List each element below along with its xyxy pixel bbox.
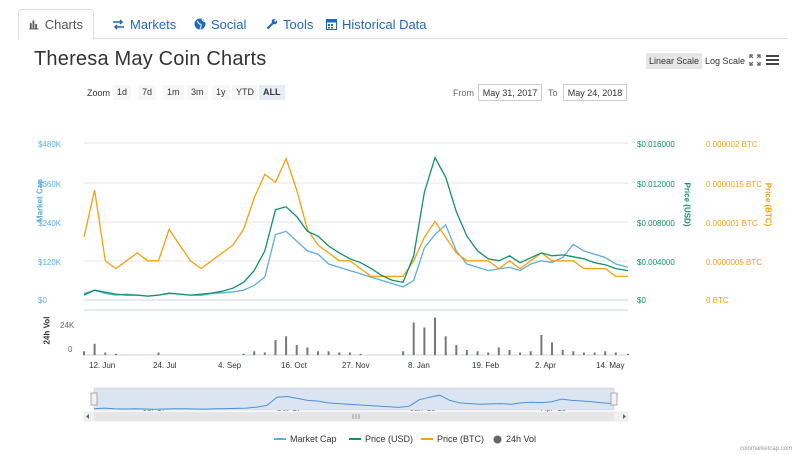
navigator[interactable] <box>83 387 629 422</box>
volume-bar <box>444 336 447 356</box>
chart-grid <box>84 142 628 356</box>
volume-bar <box>359 353 362 356</box>
price-chart[interactable] <box>0 0 800 454</box>
volume-bar <box>465 350 468 355</box>
volume-bar <box>242 353 245 356</box>
volume-bar <box>497 347 500 355</box>
legend-label: 24h Vol <box>506 434 537 444</box>
volume-bar <box>327 351 330 356</box>
volume-bar <box>412 322 415 355</box>
volume-bar <box>104 352 107 355</box>
series-line-price-btc <box>83 156 628 278</box>
navigator-handle-right <box>610 392 618 406</box>
volume-bar <box>306 347 309 355</box>
volume-bar <box>519 352 522 355</box>
volume-bar <box>487 352 490 355</box>
series-line-price-usd <box>83 156 629 297</box>
navigator-handle-left <box>90 392 98 406</box>
volume-bar <box>551 342 553 355</box>
legend-label: Market Cap <box>290 434 337 444</box>
chart-series <box>83 156 629 297</box>
volume-bar <box>338 352 341 355</box>
legend-dot-icon <box>493 435 502 443</box>
volume-bar <box>627 353 629 356</box>
volume-bars <box>83 317 629 356</box>
volume-bar <box>317 351 319 356</box>
legend-line-icon <box>421 438 433 440</box>
volume-bar <box>295 345 298 355</box>
chart-legend: Market Cap Price (USD) Price (BTC) 24h V… <box>0 434 800 448</box>
legend-price-usd[interactable]: Price (USD) <box>349 434 413 444</box>
volume-bar <box>83 351 85 356</box>
volume-bar <box>476 351 479 356</box>
scrollbar-thumb <box>94 412 614 421</box>
legend-label: Price (BTC) <box>437 434 484 444</box>
volume-bar <box>285 336 288 356</box>
legend-label: Price (USD) <box>365 434 414 444</box>
volume-bar <box>582 352 585 355</box>
volume-bar <box>253 351 256 356</box>
volume-bar <box>263 352 266 355</box>
volume-bar <box>423 327 426 355</box>
volume-bar <box>572 351 575 356</box>
volume-bar <box>93 343 96 356</box>
legend-line-icon <box>349 438 361 440</box>
volume-bar <box>114 353 117 356</box>
volume-bar <box>529 351 532 356</box>
legend-price-btc[interactable]: Price (BTC) <box>421 434 484 444</box>
legend-line-icon <box>274 438 286 440</box>
navigator-range-mask <box>93 387 615 411</box>
volume-bar <box>348 352 351 355</box>
volume-bar <box>614 352 617 355</box>
legend-market-cap[interactable]: Market Cap <box>274 434 337 444</box>
legend-volume[interactable]: 24h Vol <box>493 434 536 444</box>
volume-bar <box>540 335 543 355</box>
volume-bar <box>508 350 511 355</box>
volume-bar <box>561 350 564 355</box>
volume-bar <box>402 351 405 356</box>
volume-bar <box>593 352 596 355</box>
volume-bar <box>274 340 277 355</box>
volume-bar <box>455 345 458 355</box>
volume-bar <box>604 351 607 356</box>
volume-bar <box>434 317 436 355</box>
volume-bar <box>157 352 160 355</box>
credit-text: coinmarketcap.com <box>739 446 792 452</box>
